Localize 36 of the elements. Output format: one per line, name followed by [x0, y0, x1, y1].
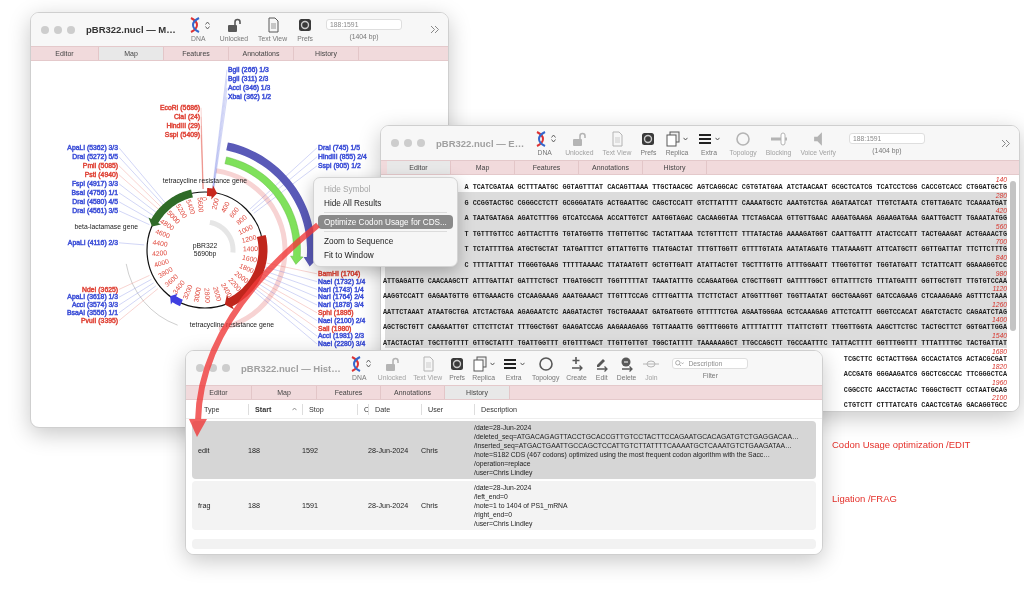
annotation-label: Ligation /FRAG	[832, 493, 897, 504]
feature-arrow[interactable]	[170, 293, 183, 307]
document-icon	[609, 130, 625, 147]
chevron-updown-icon	[365, 359, 371, 368]
slider-icon	[770, 130, 787, 147]
window-title: pBR322.nucl — M…	[86, 24, 176, 35]
caret-icon	[520, 361, 526, 366]
overflow-icon[interactable]	[1001, 138, 1011, 148]
chevron-updown-icon	[551, 134, 557, 143]
padlock-icon	[383, 355, 400, 372]
search-icon	[675, 359, 685, 367]
scrollbar[interactable]	[1010, 181, 1016, 331]
close-button[interactable]	[196, 364, 204, 372]
circle-icon	[537, 355, 554, 372]
caret-icon	[683, 136, 689, 141]
window-title: pBR322.nucl — E…	[436, 137, 525, 149]
circle-icon	[735, 130, 752, 147]
leader-line	[118, 242, 145, 246]
sort-caret-icon	[292, 407, 297, 411]
feature-arrow[interactable]	[206, 185, 218, 200]
speaker-icon	[813, 130, 824, 147]
overflow-icon[interactable]	[430, 25, 440, 34]
pages-icon	[472, 355, 489, 372]
settings-icon	[640, 130, 657, 147]
pages-icon	[665, 130, 682, 147]
settings-icon	[449, 355, 466, 372]
chevron-updown-icon	[204, 20, 210, 30]
padlock-icon	[571, 130, 588, 147]
table-row[interactable]	[192, 421, 816, 479]
annotation-label: Codon Usage optimization /EDIT	[832, 439, 971, 450]
window-title: pBR322.nucl — Hist…	[241, 362, 341, 374]
caret-icon	[490, 361, 496, 366]
caret-icon	[715, 136, 721, 141]
settings-icon	[297, 17, 314, 33]
minimize-button[interactable]	[209, 364, 217, 372]
padlock-icon	[225, 17, 242, 33]
